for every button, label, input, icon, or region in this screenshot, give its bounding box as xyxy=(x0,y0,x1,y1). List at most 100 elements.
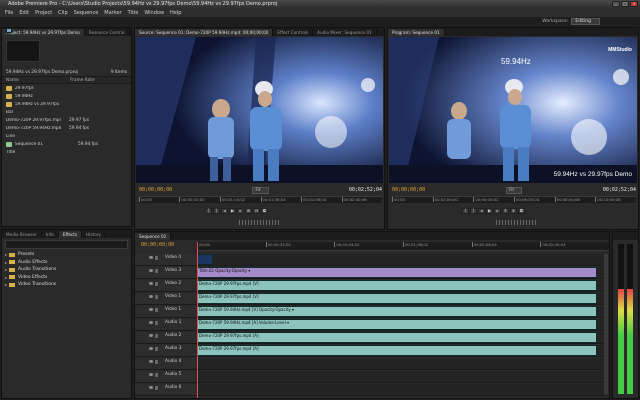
project-item[interactable]: Sequence 01 59.94 fps xyxy=(2,140,131,148)
lock-icon[interactable] xyxy=(155,308,158,312)
play-button[interactable]: ▶ xyxy=(229,208,236,214)
close-button[interactable]: × xyxy=(630,1,638,7)
effects-category[interactable]: ▸ Video Effects xyxy=(2,274,131,282)
program-export-frame-button[interactable]: ◘ xyxy=(518,208,525,214)
source-timecode-current[interactable]: 00;00;00;00 xyxy=(139,187,172,193)
lock-icon[interactable] xyxy=(155,282,158,286)
track-lane[interactable] xyxy=(197,371,605,383)
effects-search-input[interactable] xyxy=(5,240,128,249)
track-lane[interactable]: Demo-720P 59.94Hz.mp4 [V] Opacity:Opacit… xyxy=(197,306,605,318)
project-item[interactable]: Demo-720P 59.94Hz.mp4 59.94 fps xyxy=(2,28,131,132)
project-item[interactable]: Title xyxy=(2,28,131,156)
eye-icon[interactable] xyxy=(149,295,153,298)
program-mark-in-button[interactable]: { xyxy=(462,208,469,214)
timeline-clip[interactable]: Demo-720P 59.94Hz.mp4 [A] Volume:Level ▾ xyxy=(197,319,597,330)
speaker-icon[interactable] xyxy=(149,360,153,363)
step-back-button[interactable]: ◂ xyxy=(221,208,228,214)
track-lane[interactable]: Demo-720P 59.94Hz.mp4 [A] Volume:Level ▾ xyxy=(197,319,605,331)
lock-icon[interactable] xyxy=(155,334,158,338)
program-time-ruler[interactable]: 00;00 00;02;00;00 00;04;00;02 00;06;00;04 00… xyxy=(392,196,636,203)
eye-icon[interactable] xyxy=(149,256,153,259)
track-lane[interactable]: Demo-720P 29.97fps.mp4 [A] xyxy=(197,332,605,344)
tab-history[interactable]: History xyxy=(82,231,106,238)
menu-file[interactable]: File xyxy=(2,10,16,16)
menu-marker[interactable]: Marker xyxy=(101,10,124,16)
timeline-timecode-value[interactable]: 00;00;00;00 xyxy=(141,242,174,248)
timeline-scrollbar[interactable] xyxy=(604,254,608,394)
source-video-frame[interactable] xyxy=(136,37,383,183)
timeline-clip[interactable]: Demo-720P 59.94Hz.mp4 [V] Opacity:Opacit… xyxy=(197,306,597,317)
source-fit-select[interactable]: Fit xyxy=(252,186,269,194)
project-item[interactable]: Bar xyxy=(2,28,131,116)
program-timecode-current[interactable]: 00;00;00;00 xyxy=(392,187,425,193)
export-frame-button[interactable]: ◘ xyxy=(261,208,268,214)
step-forward-button[interactable]: ▸ xyxy=(237,208,244,214)
lift-button[interactable]: ⊼ xyxy=(502,208,509,214)
timeline-timecode[interactable]: 00;00;00;00 xyxy=(141,242,174,248)
disclosure-triangle-icon[interactable]: ▸ xyxy=(5,275,7,280)
lock-icon[interactable] xyxy=(155,269,158,273)
mark-in-button[interactable]: { xyxy=(205,208,212,214)
disclosure-triangle-icon[interactable]: ▸ xyxy=(5,267,7,272)
effects-category[interactable]: ▸ Video Transitions xyxy=(2,281,131,289)
disclosure-triangle-icon[interactable]: ▸ xyxy=(5,282,7,287)
tab-source[interactable]: Source: Sequence 01: Demo-720P 59.94Hz.m… xyxy=(135,29,274,36)
extract-button[interactable]: ⊻ xyxy=(510,208,517,214)
project-item[interactable]: Demo-720P 29.97fps.mp4 29.97 fps xyxy=(2,28,131,124)
track-header[interactable]: Audio 6 xyxy=(135,384,197,396)
insert-button[interactable]: ⊞ xyxy=(245,208,252,214)
track-header[interactable]: Video 2 xyxy=(135,280,197,292)
project-item[interactable]: Line xyxy=(2,28,131,140)
track-header[interactable]: Audio 1 xyxy=(135,319,197,331)
mark-out-button[interactable]: } xyxy=(213,208,220,214)
tab-project[interactable]: Project: 59.94Hz vs 29.97fps Demo xyxy=(2,29,85,36)
track-lane[interactable] xyxy=(197,384,605,396)
track-header[interactable]: Audio 4 xyxy=(135,358,197,370)
program-video-frame[interactable]: 59.94Hz MMStudio 59.94Hz vs 29.97fps Dem… xyxy=(389,37,637,183)
timeline-clip[interactable] xyxy=(197,254,213,265)
program-play-button[interactable]: ▶ xyxy=(486,208,493,214)
program-step-forward-button[interactable]: ▸ xyxy=(494,208,501,214)
menu-edit[interactable]: Edit xyxy=(16,10,32,16)
tab-media-browser[interactable]: Media Browser xyxy=(2,231,42,238)
speaker-icon[interactable] xyxy=(149,373,153,376)
disclosure-triangle-icon[interactable]: ▸ xyxy=(5,260,7,265)
speaker-icon[interactable] xyxy=(149,334,153,337)
lock-icon[interactable] xyxy=(155,360,158,364)
disclosure-triangle-icon[interactable]: ▸ xyxy=(5,252,7,257)
tab-program[interactable]: Program: Sequence 01 xyxy=(388,29,445,36)
timeline-ruler[interactable]: 00;00 00;00;32;00 00;01;04;02 00;01;36;02 00… xyxy=(197,242,609,251)
menu-help[interactable]: Help xyxy=(167,10,184,16)
timeline-clip[interactable]: Demo-720P 29.97fps.mp4 [V] xyxy=(197,293,597,304)
effects-category[interactable]: ▸ Presets xyxy=(2,251,131,259)
menu-project[interactable]: Project xyxy=(32,10,55,16)
track-lane[interactable] xyxy=(197,358,605,370)
track-lane[interactable]: Demo-720P 29.97fps.mp4 [V] xyxy=(197,280,605,292)
lock-icon[interactable] xyxy=(155,256,158,260)
menu-sequence[interactable]: Sequence xyxy=(71,10,102,16)
eye-icon[interactable] xyxy=(149,308,153,311)
tab-audio-mixer[interactable]: Audio Mixer: Sequence 01 xyxy=(313,29,377,36)
lock-icon[interactable] xyxy=(155,373,158,377)
track-lane[interactable]: Title.02 Opacity:Opacity ▾ xyxy=(197,267,605,279)
track-header[interactable]: Video 1 xyxy=(135,293,197,305)
lock-icon[interactable] xyxy=(155,321,158,325)
effects-category[interactable]: ▸ Audio Effects xyxy=(2,259,131,267)
track-header[interactable]: Video 1 xyxy=(135,306,197,318)
track-header[interactable]: Audio 2 xyxy=(135,332,197,344)
menu-window[interactable]: Window xyxy=(141,10,167,16)
project-item[interactable]: 29.97fps xyxy=(2,84,131,92)
lock-icon[interactable] xyxy=(155,295,158,299)
minimize-button[interactable]: _ xyxy=(612,1,620,7)
column-name-header[interactable]: Name xyxy=(6,78,70,83)
menu-title[interactable]: Title xyxy=(125,10,142,16)
tab-sequence-01[interactable]: Sequence 01 xyxy=(135,233,172,240)
track-header[interactable]: Audio 3 xyxy=(135,345,197,357)
effects-category[interactable]: ▸ Audio Transitions xyxy=(2,266,131,274)
speaker-icon[interactable] xyxy=(149,347,153,350)
track-header[interactable]: Video 3 xyxy=(135,267,197,279)
track-header[interactable]: Audio 5 xyxy=(135,371,197,383)
source-jog-shuttle[interactable] xyxy=(239,220,279,225)
tab-info[interactable]: Info xyxy=(42,231,59,238)
program-mark-out-button[interactable]: } xyxy=(470,208,477,214)
